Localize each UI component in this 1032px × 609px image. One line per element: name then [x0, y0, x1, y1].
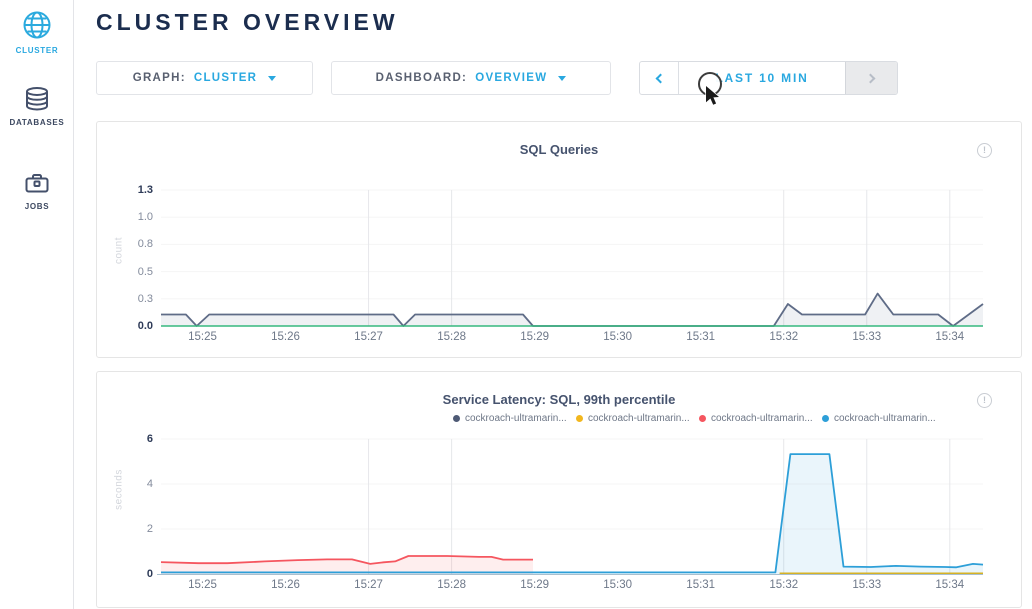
- sidebar-item-label: DATABASES: [0, 118, 74, 127]
- y-tick-label: 4: [97, 477, 153, 491]
- x-tick-label: 15:28: [427, 579, 477, 591]
- graph-dropdown-label: GRAPH:: [133, 72, 186, 84]
- sidebar-item-databases[interactable]: DATABASES: [0, 85, 74, 127]
- y-tick-label: 0: [97, 567, 153, 581]
- sidebar-item-jobs[interactable]: JOBS: [0, 169, 74, 211]
- chart-canvas[interactable]: [97, 122, 1021, 357]
- sql-queries-card: SQL Queries ! 0.00.30.50.81.01.315:2515:…: [96, 121, 1022, 358]
- briefcase-icon: [23, 169, 51, 197]
- chevron-down-icon: [558, 76, 566, 81]
- dashboard-dropdown-value: OVERVIEW: [475, 72, 547, 84]
- x-tick-label: 15:33: [842, 579, 892, 591]
- chevron-left-icon: [655, 73, 665, 83]
- sidebar-item-label: JOBS: [0, 202, 74, 211]
- x-tick-label: 15:27: [344, 579, 394, 591]
- x-tick-label: 15:32: [759, 579, 809, 591]
- time-window-next-button: [845, 62, 897, 94]
- x-tick-label: 15:28: [427, 331, 477, 343]
- service-latency-card: Service Latency: SQL, 99th percentile ! …: [96, 371, 1022, 608]
- x-tick-label: 15:29: [510, 331, 560, 343]
- time-window-selector: LAST 10 MIN: [639, 61, 898, 95]
- chart-plot-1[interactable]: 0 2 4 6 15:25 15:26 15:27 15:28 15:29 15:30 15:31 1…: [97, 372, 1021, 607]
- sidebar-item-cluster[interactable]: CLUSTER: [0, 9, 74, 55]
- chart-canvas[interactable]: [97, 372, 1021, 608]
- y-tick-label: 0.3: [97, 292, 153, 306]
- x-tick-label: 15:27: [344, 331, 394, 343]
- y-axis-unit-label: count: [114, 221, 125, 281]
- x-tick-label: 15:32: [759, 331, 809, 343]
- y-tick-label: 0.0: [97, 319, 153, 333]
- x-tick-label: 15:30: [593, 331, 643, 343]
- x-tick-label: 15:29: [510, 579, 560, 591]
- graph-dropdown[interactable]: GRAPH: CLUSTER: [96, 61, 313, 95]
- x-tick-label: 15:25: [178, 579, 228, 591]
- x-tick-label: 15:25: [178, 331, 228, 343]
- page-title: CLUSTER OVERVIEW: [96, 9, 399, 36]
- time-window-label[interactable]: LAST 10 MIN: [679, 62, 845, 94]
- sidebar: CLUSTER DATABASES JOBS: [0, 0, 74, 609]
- database-icon: [23, 85, 51, 113]
- y-axis-unit-label: seconds: [114, 460, 125, 520]
- y-tick-label: 2: [97, 522, 153, 536]
- y-tick-label: 1.3: [97, 183, 153, 197]
- chevron-down-icon: [268, 76, 276, 81]
- x-tick-label: 15:34: [925, 331, 975, 343]
- x-tick-label: 15:30: [593, 579, 643, 591]
- graph-dropdown-value: CLUSTER: [194, 72, 257, 84]
- sidebar-item-label: CLUSTER: [0, 46, 74, 55]
- x-tick-label: 15:31: [676, 331, 726, 343]
- y-tick-label: 1.0: [97, 210, 153, 224]
- x-tick-label: 15:34: [925, 579, 975, 591]
- y-tick-label: 0.5: [97, 265, 153, 279]
- globe-icon: [21, 9, 53, 41]
- dashboard-dropdown-label: DASHBOARD:: [376, 72, 468, 84]
- x-tick-label: 15:26: [261, 579, 311, 591]
- x-tick-label: 15:31: [676, 579, 726, 591]
- x-tick-label: 15:33: [842, 331, 892, 343]
- dashboard-dropdown[interactable]: DASHBOARD: OVERVIEW: [331, 61, 611, 95]
- y-tick-label: 0.8: [97, 237, 153, 251]
- chevron-right-icon: [866, 73, 876, 83]
- y-tick-label: 6: [97, 432, 153, 446]
- chart-plot-0[interactable]: 0.0 0.3 0.5 0.8 1.0 1.3 15:25 15:26 15:27 15:28 15…: [97, 122, 1021, 357]
- time-window-prev-button[interactable]: [640, 62, 679, 94]
- x-tick-label: 15:26: [261, 331, 311, 343]
